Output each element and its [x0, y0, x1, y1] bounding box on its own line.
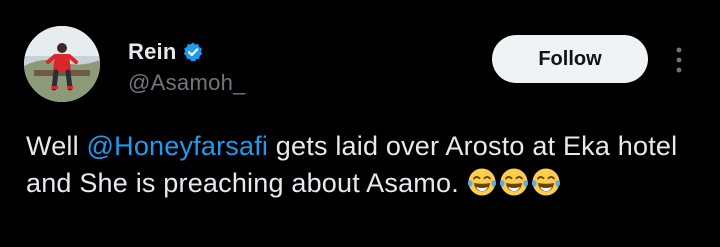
author-display-name[interactable]: Rein	[128, 39, 176, 65]
follow-button[interactable]: Follow	[492, 35, 648, 83]
author-handle[interactable]: @Asamoh_	[128, 70, 246, 96]
more-options-icon[interactable]	[670, 44, 688, 76]
avatar-photo	[24, 26, 100, 102]
face-with-tears-of-joy-icon	[499, 167, 529, 197]
face-with-tears-of-joy-icon	[531, 167, 561, 197]
post-text: Well @Honeyfarsafi gets laid over Arosto…	[26, 128, 706, 202]
post-text-before: Well	[26, 131, 87, 161]
mention-link[interactable]: @Honeyfarsafi	[87, 131, 269, 161]
avatar[interactable]	[24, 26, 100, 102]
author-name-row: Rein	[128, 38, 204, 66]
verified-badge-icon[interactable]	[182, 41, 204, 63]
face-with-tears-of-joy-icon	[467, 167, 497, 197]
tweet-card: Rein @Asamoh_ Follow Well @Honeyfarsafi …	[0, 0, 720, 247]
